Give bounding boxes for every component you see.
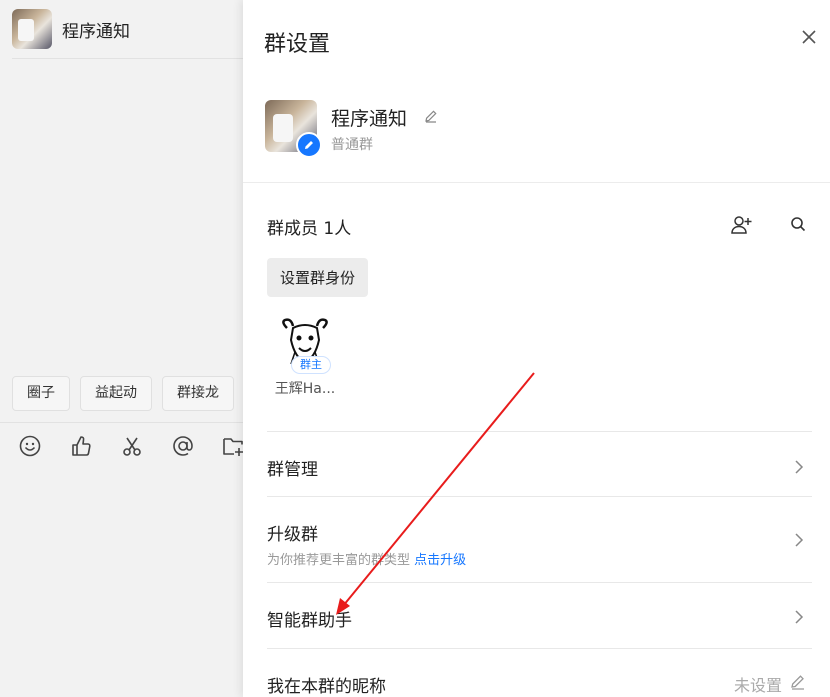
group-manage-row[interactable]: 群管理 (267, 455, 812, 480)
thumbs-up-icon[interactable] (69, 434, 93, 458)
group-type: 普通群 (331, 137, 373, 153)
edit-name-icon[interactable] (424, 108, 438, 123)
row-subtitle: 为你推荐更丰富的群类型 点击升级 (267, 549, 812, 568)
chevron-right-icon (794, 532, 804, 547)
members-title: 群成员 1人 (267, 219, 352, 239)
upgrade-description: 为你推荐更丰富的群类型 (267, 553, 411, 568)
group-settings-panel: 群设置 程序通知 普通群 群成员 1人 设置群身份 群主 王辉Ha... 群管理… (243, 0, 830, 697)
chevron-right-icon (794, 459, 804, 474)
member-avatar: 群主 (279, 318, 331, 374)
divider (0, 422, 243, 423)
row-title: 智能群助手 (267, 611, 352, 631)
row-title: 我在本群的昵称 (267, 677, 386, 697)
input-toolbar (18, 434, 246, 458)
divider (12, 58, 243, 59)
emoji-icon[interactable] (18, 434, 42, 458)
chat-avatar (12, 9, 52, 49)
nickname-value: 未设置 (733, 676, 782, 695)
search-icon[interactable] (790, 216, 806, 232)
row-title: 升级群 (267, 525, 318, 545)
member-name: 王辉Ha... (274, 381, 336, 397)
edit-nickname-icon[interactable] (790, 674, 806, 690)
row-title: 群管理 (267, 460, 318, 480)
at-icon[interactable] (171, 434, 195, 458)
quick-tags: 圈子 益起动 群接龙 (12, 376, 234, 411)
upgrade-group-row[interactable]: 升级群 为你推荐更丰富的群类型 点击升级 (267, 520, 812, 568)
divider (267, 648, 812, 649)
panel-title: 群设置 (264, 32, 331, 57)
scissors-icon[interactable] (120, 434, 144, 458)
member-item[interactable]: 群主 王辉Ha... (273, 318, 337, 398)
quick-tag-relay[interactable]: 群接龙 (162, 376, 234, 411)
chat-panel: 程序通知 圈子 益起动 群接龙 (0, 0, 243, 697)
chat-header[interactable]: 程序通知 (12, 9, 130, 49)
quick-tag-charity[interactable]: 益起动 (80, 376, 152, 411)
nickname-row[interactable]: 我在本群的昵称 未设置 (267, 672, 812, 697)
owner-badge: 群主 (291, 356, 331, 374)
divider (267, 582, 812, 583)
upgrade-link[interactable]: 点击升级 (414, 553, 466, 568)
divider (267, 496, 812, 497)
quick-tag-circle[interactable]: 圈子 (12, 376, 70, 411)
edit-avatar-icon[interactable] (296, 132, 322, 158)
chevron-right-icon (794, 609, 804, 624)
close-icon[interactable] (800, 28, 818, 46)
chat-title: 程序通知 (62, 21, 130, 42)
smart-assistant-row[interactable]: 智能群助手 (267, 606, 812, 631)
add-member-icon[interactable] (731, 215, 753, 235)
set-role-button[interactable]: 设置群身份 (267, 258, 368, 297)
group-name: 程序通知 (331, 108, 408, 130)
divider (267, 431, 812, 432)
divider (243, 182, 830, 183)
